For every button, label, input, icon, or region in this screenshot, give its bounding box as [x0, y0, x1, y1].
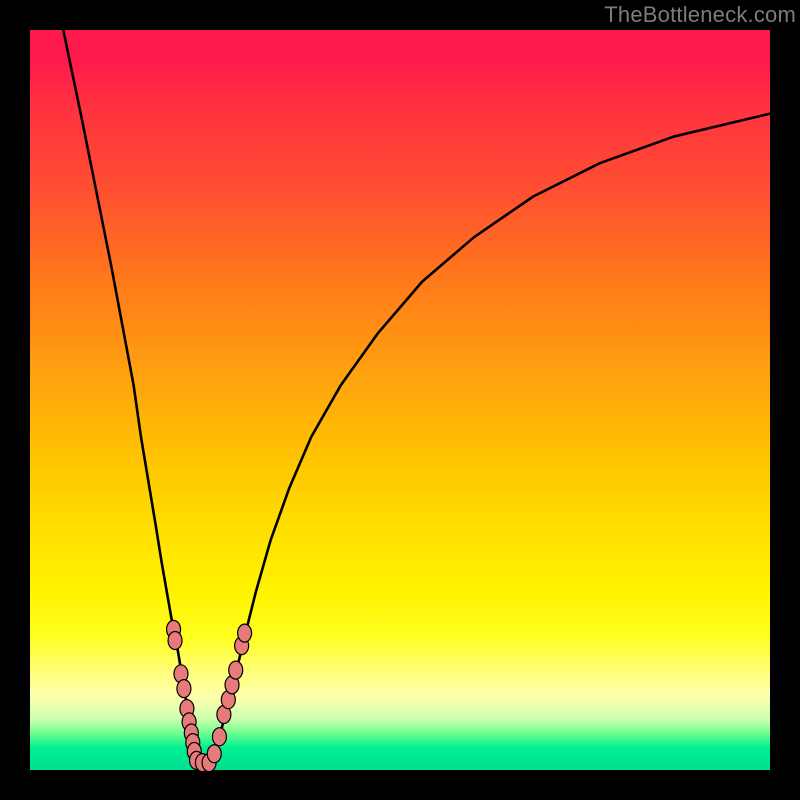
- data-marker: [229, 661, 243, 679]
- chart-canvas: TheBottleneck.com: [0, 0, 800, 800]
- curve-left-curve: [63, 30, 196, 761]
- curve-right-curve: [211, 114, 770, 762]
- data-marker: [212, 728, 226, 746]
- data-marker: [238, 624, 252, 642]
- data-marker: [177, 680, 191, 698]
- chart-overlay: [0, 0, 800, 800]
- data-marker: [207, 745, 221, 763]
- data-marker: [168, 632, 182, 650]
